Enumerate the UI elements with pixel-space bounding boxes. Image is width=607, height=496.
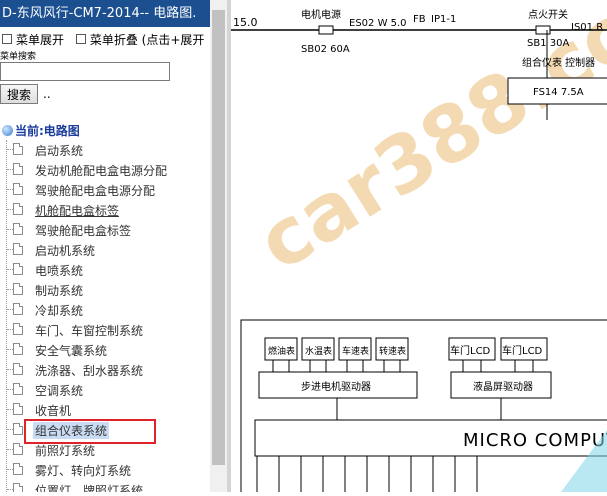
globe-icon	[2, 125, 13, 136]
menu-expand-link[interactable]: 菜单展开	[16, 33, 64, 47]
tree-item-label: 洗涤器、刮水器系统	[35, 364, 144, 378]
label-power-source: 电机电源	[301, 8, 341, 21]
document-icon	[13, 183, 23, 195]
label-fs14: FS14 7.5A	[533, 87, 584, 98]
label-sb1: SB1 30A	[527, 38, 569, 49]
gauge-speed: 车速表	[342, 345, 369, 357]
tree-item-label: 发动机舱配电盒电源分配	[35, 164, 168, 178]
lcd-1: 车门LCD	[450, 344, 491, 357]
document-icon	[13, 423, 23, 435]
search-input[interactable]	[0, 62, 170, 81]
document-icon	[13, 283, 23, 295]
document-icon	[13, 463, 23, 475]
document-icon	[13, 323, 23, 335]
scrollbar-thumb[interactable]	[212, 10, 225, 465]
search-button[interactable]: 搜索	[0, 84, 38, 104]
tree-item-label: 冷却系统	[35, 304, 84, 318]
search-label: 菜单搜索	[0, 52, 37, 62]
tree-item-label: 车门、车窗控制系统	[35, 324, 144, 338]
tree-item-label: 位置灯、牌照灯系统	[35, 484, 144, 492]
lcd-driver: 液晶屏驱动器	[473, 380, 533, 393]
label-ignition: 点火开关	[528, 8, 568, 21]
tree-item-label: 驾驶舱配电盒标签	[35, 224, 132, 238]
document-icon	[13, 343, 23, 355]
tree-item-label: 前照灯系统	[35, 444, 96, 458]
selection-highlight-box	[24, 419, 156, 444]
document-icon	[13, 263, 23, 275]
gauge-water-temp: 水温表	[305, 345, 332, 357]
tree-guide-line	[6, 140, 7, 492]
lcd-2: 车门LCD	[502, 344, 543, 357]
document-icon	[13, 203, 23, 215]
document-icon	[13, 483, 23, 492]
document-icon	[13, 383, 23, 395]
label-cluster-control: 组合仪表 控制器	[522, 56, 595, 69]
expand-icon[interactable]	[2, 34, 12, 44]
menu-collapse-link[interactable]: 菜单折叠 (点击+展开	[90, 33, 205, 47]
tree-item-label: 制动系统	[35, 284, 84, 298]
document-icon	[13, 363, 23, 375]
label-sb02: SB02 60A	[301, 44, 350, 55]
tree-item-label: 空调系统	[35, 384, 84, 398]
label-es02: ES02 W 5.0	[349, 18, 407, 29]
wiring-diagram: car388.com 15.0 电机电源 ES02 W 5.0 FB IP1-1…	[231, 0, 607, 496]
tree-item-label: 收音机	[35, 404, 72, 418]
document-icon	[13, 243, 23, 255]
window-title: D-东风风行-CM7-2014-- 电路图.	[0, 0, 227, 27]
label-fb: FB	[413, 14, 426, 25]
tree-current[interactable]: 当前:电路图	[2, 122, 80, 139]
left-panel: D-东风风行-CM7-2014-- 电路图. 菜单展开 菜单折叠 (点击+展开 …	[0, 0, 227, 492]
stepper-driver: 步进电机驱动器	[301, 380, 371, 393]
label-ip: IP1-1	[431, 14, 456, 25]
document-icon	[13, 403, 23, 415]
document-icon	[13, 443, 23, 455]
tree-item-label: 电喷系统	[35, 264, 84, 278]
tree-item-label: 驾驶舱配电盒电源分配	[35, 184, 156, 198]
tree-item-label: 机舱配电盒标签	[35, 204, 120, 218]
tree-item-label: 启动系统	[35, 144, 84, 158]
micro-computer: MICRO COMPUT	[463, 430, 607, 451]
label-is01: IS01 R	[571, 22, 603, 33]
search-trailing: ..	[43, 87, 51, 101]
tree-item-label: 安全气囊系统	[35, 344, 108, 358]
collapse-icon[interactable]	[75, 34, 86, 44]
document-icon	[13, 143, 23, 155]
menu-controls: 菜单展开 菜单折叠 (点击+展开	[0, 31, 204, 48]
wire-label: 15.0	[233, 16, 258, 29]
document-icon	[13, 303, 23, 315]
document-icon	[13, 223, 23, 235]
gauge-rpm: 转速表	[379, 345, 406, 357]
gauge-fuel: 燃油表	[268, 345, 295, 357]
tree-item-label: 雾灯、转向灯系统	[35, 464, 132, 478]
gauge-boxes: 燃油表 水温表 车速表 转速表	[264, 337, 409, 361]
tree-item-label: 启动机系统	[35, 244, 96, 258]
document-icon	[13, 163, 23, 175]
tree-current-label: 当前:电路图	[15, 124, 80, 138]
